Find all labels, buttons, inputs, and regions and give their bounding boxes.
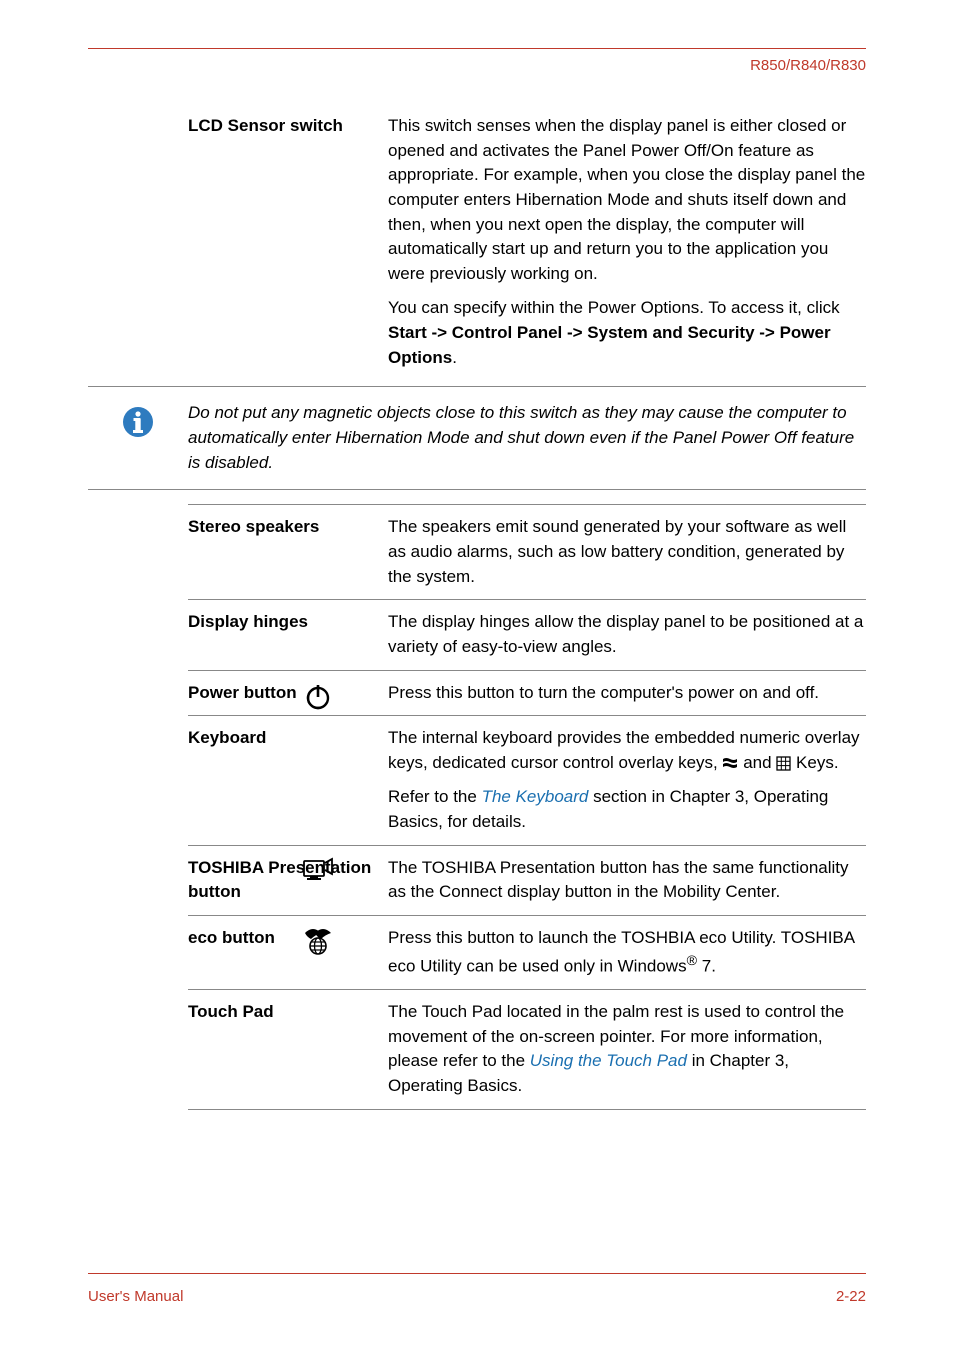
kb-p1c: Keys.	[796, 753, 839, 772]
row-touch: Touch Pad The Touch Pad located in the p…	[188, 989, 866, 1109]
row-hinges: Display hinges The display hinges allow …	[188, 599, 866, 669]
keyboard-p2: Refer to the The Keyboard section in Cha…	[388, 785, 866, 834]
eco-icon-wrap	[298, 927, 338, 960]
kb-p2-link[interactable]: The Keyboard	[482, 787, 589, 806]
label-presenta: TOSHIBA Presenta­tion button	[188, 856, 388, 904]
footer-right: 2-22	[836, 1288, 866, 1305]
label-hinges: Display hinges	[188, 610, 388, 634]
label-lcd-sensor: LCD Sensor switch	[188, 114, 388, 138]
desc-keyboard: The internal keyboard provides the embed…	[388, 726, 866, 835]
info-icon	[121, 405, 155, 439]
desc-hinges: The display hinges allow the display pan…	[388, 610, 866, 659]
eco-p-a: Press this button to launch the TOSHBIA …	[388, 928, 854, 975]
lcd-p2c: .	[452, 348, 457, 367]
row-keyboard: Keyboard The internal keyboard provides …	[188, 715, 866, 845]
row-lcd-sensor: LCD Sensor switch This switch senses whe…	[188, 104, 866, 380]
callout-icon-col	[88, 401, 188, 439]
footer-rule	[88, 1273, 866, 1274]
desc-stereo: The speakers emit sound generated by you…	[388, 515, 866, 589]
callout-magnetic: Do not put any magnetic objects close to…	[88, 386, 866, 490]
row-stereo: Stereo speakers The speakers emit sound …	[188, 504, 866, 599]
leaf-globe-icon	[301, 927, 335, 955]
footer-block: User's Manual 2-22	[88, 1273, 866, 1305]
kb-p1b: and	[743, 753, 776, 772]
desc-touch: The Touch Pad located in the palm rest i…	[388, 1000, 866, 1099]
eco-p-b: 7.	[697, 956, 716, 975]
end-rule	[188, 1109, 866, 1110]
numlock-icon	[776, 756, 791, 771]
lcd-sensor-p2: You can specify within the Power Options…	[388, 296, 866, 370]
presentation-icon-wrap	[298, 857, 338, 892]
content: LCD Sensor switch This switch senses whe…	[88, 104, 866, 1273]
label-stereo: Stereo speakers	[188, 515, 388, 539]
row-power: Power button Press this button to turn t…	[188, 670, 866, 716]
desc-eco: Press this button to launch the TOSHBIA …	[388, 926, 866, 979]
desc-lcd-sensor: This switch senses when the display pane…	[388, 114, 866, 370]
row-presenta: TOSHIBA Presenta­tion button The TOSHIBA…	[188, 845, 866, 915]
desc-presenta: The TOSHIBA Presentation button has the …	[388, 856, 866, 905]
label-keyboard: Keyboard	[188, 726, 388, 750]
eco-sup: ®	[687, 953, 697, 969]
row-eco: eco button Press this button to launch t…	[188, 915, 866, 989]
touch-link[interactable]: Using the Touch Pad	[530, 1051, 687, 1070]
lcd-p2a: You can specify within the Power Options…	[388, 298, 840, 317]
page: R850/R840/R830 LCD Sensor switch This sw…	[0, 0, 954, 1345]
desc-power: Press this button to turn the computer's…	[388, 681, 866, 706]
power-icon-wrap	[298, 682, 338, 717]
presentation-icon	[302, 857, 334, 887]
row-wrap-power: Power button Press this button to turn t…	[188, 670, 866, 716]
keyboard-p1: The internal keyboard provides the embed…	[388, 726, 866, 775]
row-wrap-eco: eco button Press this button to launch t…	[188, 915, 866, 989]
kb-p2a: Refer to the	[388, 787, 482, 806]
footer: User's Manual 2-22	[88, 1280, 866, 1305]
power-icon	[303, 682, 333, 712]
row-wrap-presenta: TOSHIBA Presenta­tion button The TOSHIBA…	[188, 845, 866, 915]
label-touch: Touch Pad	[188, 1000, 388, 1024]
top-rule	[88, 48, 866, 49]
callout-text: Do not put any magnetic objects close to…	[188, 401, 866, 475]
label-power: Power button	[188, 681, 388, 705]
windows-flag-icon	[722, 756, 738, 770]
model-label: R850/R840/R830	[88, 57, 866, 74]
label-eco: eco button	[188, 926, 388, 950]
footer-left: User's Manual	[88, 1288, 183, 1305]
lcd-sensor-p1: This switch senses when the display pane…	[388, 114, 866, 286]
